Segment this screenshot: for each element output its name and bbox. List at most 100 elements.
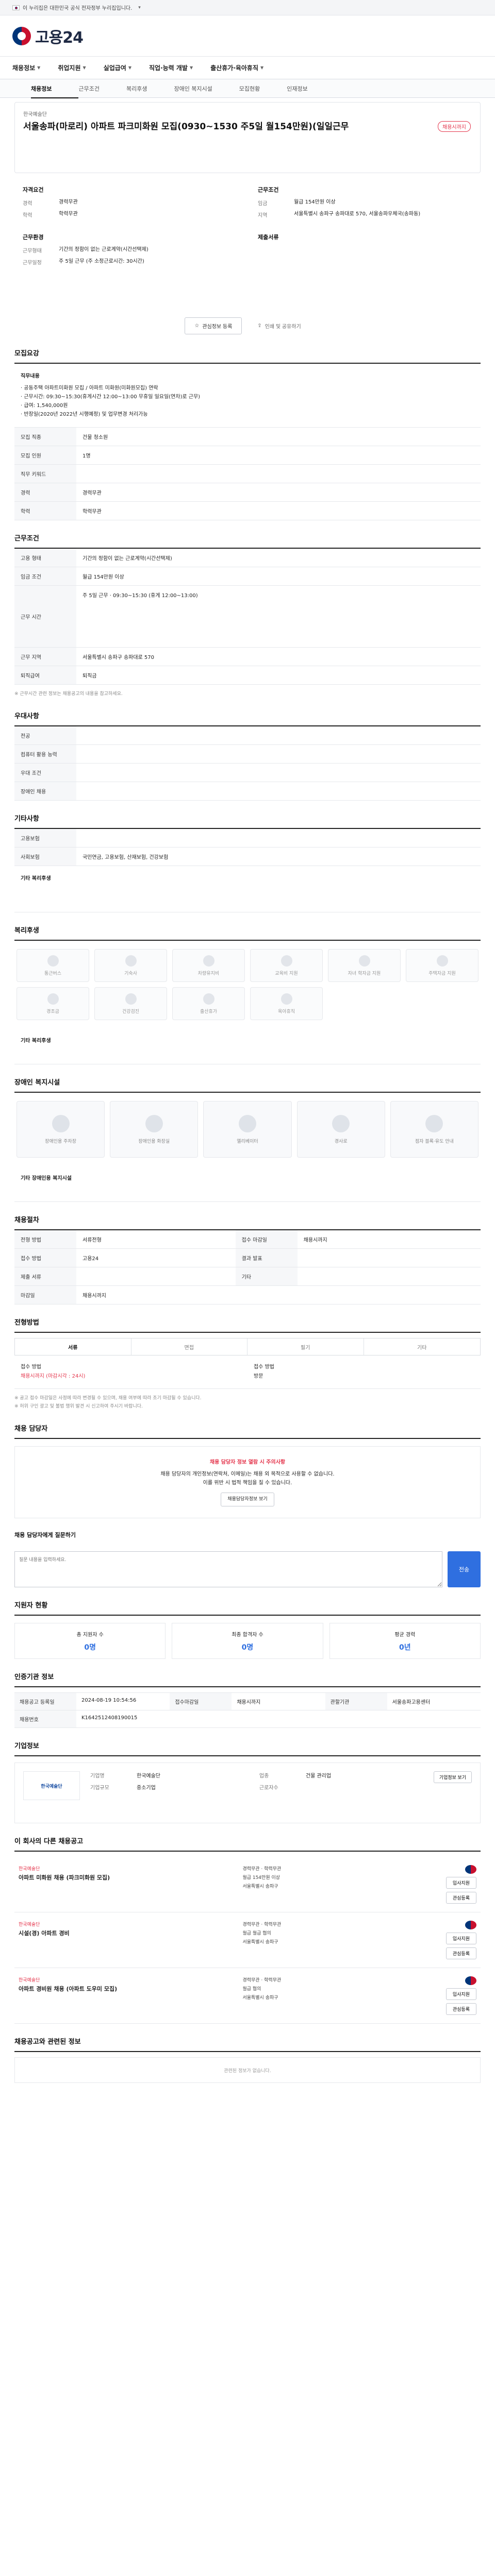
gnb-item-leave[interactable]: 출산휴가·육아휴직 ▼ xyxy=(210,63,263,72)
stat-value: 0명 xyxy=(241,1643,254,1652)
other-title[interactable]: 아파트 경비원 채용 (아파트 도우미 모집) xyxy=(19,1985,194,1993)
row-label: 장애인 채용 xyxy=(14,782,76,801)
process-label: 접수 방법 xyxy=(254,1364,274,1370)
other-title[interactable]: 시설(경) 아파트 경비 xyxy=(19,1929,194,1938)
note-line: ※ 허위 구인 광고 및 불법 행위 발견 시 신고하여 주시기 바랍니다. xyxy=(14,1404,143,1409)
government-emblem-icon xyxy=(12,26,31,45)
other-title[interactable]: 아파트 미화원 채용 (파크미화원 모집) xyxy=(19,1874,194,1882)
button-label: 관심정보 등록 xyxy=(202,324,233,330)
car-icon xyxy=(203,955,214,967)
gnb-item-jobs[interactable]: 채용정보 ▼ xyxy=(12,63,40,72)
welfare-item: 주택자금 지원 xyxy=(406,949,478,982)
gnb-item-training[interactable]: 직업·능력 개발 ▼ xyxy=(149,63,193,72)
welfare-item: 교육비 지원 xyxy=(250,949,323,982)
process-value: 방문 xyxy=(254,1374,263,1379)
show-contact-button[interactable]: 채용담당자정보 보기 xyxy=(221,1493,274,1506)
other-company: 한국예술단 xyxy=(19,1978,40,1983)
label: 임금 xyxy=(258,201,268,207)
value: 서울특별시 송파구 송파대로 570, 서울송파우체국(송파동) xyxy=(294,211,421,217)
list-item[interactable]: 한국예술단아파트 경비원 채용 (아파트 도우미 모집) 경력무관 · 학력무관… xyxy=(14,1968,481,2024)
ci-grid: 채용공고 등록일 2024-08-19 10:54:56 접수마감일 채용시까지… xyxy=(14,1692,481,1728)
contact-line: 채용 담당자의 개인정보(연락처, 이메일)는 채용 외 목적으로 사용할 수 … xyxy=(160,1471,335,1477)
stat-value: 0년 xyxy=(399,1643,411,1652)
send-question-button[interactable]: 전송 xyxy=(448,1551,481,1587)
section-title: 지원자 현황 xyxy=(14,1600,481,1616)
list-item[interactable]: 한국예술단 시설(경) 아파트 경비 경력무관 · 학력무관 월급 월급 협의 서울특… xyxy=(14,1912,481,1968)
tab-document[interactable]: 서류 xyxy=(15,1338,131,1355)
braille-icon xyxy=(425,1114,443,1132)
facility-label: 점자 블록·유도 안내 xyxy=(415,1139,454,1144)
job-content-title: 직무내용 xyxy=(21,374,40,379)
page-bottom-spacer xyxy=(14,2083,481,2114)
gnb-item-support[interactable]: 취업지원 ▼ xyxy=(58,63,86,72)
section-title: 인증기관 정보 xyxy=(14,1671,481,1687)
site-logo[interactable]: 고용24 xyxy=(12,25,84,47)
section-title: 채용공고와 관련된 정보 xyxy=(14,2036,481,2052)
row-value xyxy=(76,726,481,745)
tab-written[interactable]: 필기 xyxy=(248,1338,364,1355)
row-value xyxy=(297,1248,481,1267)
apply-button[interactable]: 입사지원 xyxy=(446,1988,476,2000)
book-icon xyxy=(280,955,292,967)
row-label: 모집 직종 xyxy=(14,428,76,446)
gov-notice-text: 이 누리집은 대한민국 공식 전자정부 누리집입니다. xyxy=(23,6,133,11)
favorite-button[interactable]: ☆ 관심정보 등록 xyxy=(185,317,242,334)
welfare-extra-label: 기타 복리후생 xyxy=(21,1038,51,1044)
row-value: 기간의 정함이 없는 근로계약(시간선택제) xyxy=(76,549,481,567)
row-label: 마감일 xyxy=(14,1285,76,1304)
lnb-tab-talent[interactable]: 인재정보 xyxy=(287,84,334,93)
welfare-section: 복리후생 통근버스 기숙사 차량유지비 교육비 지원 자녀 학자금 지원 주택자… xyxy=(14,925,481,1064)
welfare-label: 주택자금 지원 xyxy=(428,971,456,976)
label: 학력 xyxy=(23,213,32,218)
facility-item: 장애인용 주차장 xyxy=(16,1101,105,1158)
gov-emblem-icon xyxy=(465,1865,476,1874)
tab-interview[interactable]: 면접 xyxy=(131,1338,248,1355)
meta-line: 경력무관 · 학력무관 xyxy=(242,1978,282,1983)
label: 경력 xyxy=(23,201,32,207)
skills-section: 우대사항 전공 컴퓨터 활용 능력 우대 조건 장애인 채용 xyxy=(14,710,481,801)
save-button[interactable]: 관심등록 xyxy=(446,1892,476,1904)
welfare-label: 건강검진 xyxy=(122,1009,140,1014)
apply-button[interactable]: 입사지원 xyxy=(446,1877,476,1889)
chevron-down-icon[interactable]: ▾ xyxy=(138,5,141,10)
process-label: 접수 방법 xyxy=(21,1364,41,1370)
other-job-left: 한국예술단 아파트 미화원 채용 (파크미화원 모집) xyxy=(19,1865,194,1904)
row-value xyxy=(297,1267,481,1286)
lnb-tab-jobinfo[interactable]: 채용정보 xyxy=(31,84,79,98)
table-row: 사회보험 국민연금, 고용보험, 산재보험, 건강보험 xyxy=(14,847,481,866)
lnb-tab-status[interactable]: 모집현황 xyxy=(239,84,287,93)
row-value xyxy=(76,829,481,848)
value: 월급 154만원 이상 xyxy=(294,199,336,205)
lnb-tab-welfare[interactable]: 복리후생 xyxy=(126,84,174,93)
contact-line: 이를 위반 시 법적 책임을 질 수 있습니다. xyxy=(203,1480,292,1486)
summary-heading: 근무조건 xyxy=(258,187,279,193)
site-header: 고용24 xyxy=(0,15,495,57)
gov-notice-bar: 이 누리집은 대한민국 공식 전자정부 누리집입니다. ▾ xyxy=(0,0,495,15)
job-summary: 자격요건 경력 경력무관 학력 학력무관 근무환경 근무형태 기간의 정함이 없는 근… xyxy=(14,178,481,329)
apply-button[interactable]: 입사지원 xyxy=(446,1933,476,1944)
question-textarea[interactable] xyxy=(14,1551,442,1587)
table-row: 경력 경력무관 xyxy=(14,483,481,502)
row-label: 제출 서류 xyxy=(14,1267,76,1286)
lnb-tab-facility[interactable]: 장애인 복지시설 xyxy=(174,84,239,93)
save-button[interactable]: 관심등록 xyxy=(446,1947,476,1959)
row-label: 기타 xyxy=(235,1267,298,1286)
lnb-tab-conditions[interactable]: 근무조건 xyxy=(78,84,126,93)
job-header-card: 한국예술단 서울송파(마로리) 아파트 파크미화원 모집(0930~1530 주… xyxy=(14,102,481,173)
contact-section: 채용 담당자 채용 담당자 정보 열람 시 주의사항 채용 담당자의 개인정보(… xyxy=(14,1423,481,1518)
process-note: ※ 공고 접수 마감일은 사정에 따라 변경될 수 있으며, 채용 여부에 따라… xyxy=(14,1394,481,1411)
row-value: 학력무관 xyxy=(76,501,481,520)
list-item[interactable]: 한국예술단 아파트 미화원 채용 (파크미화원 모집) 경력무관 · 학력무관 월급… xyxy=(14,1857,481,1912)
recruit-status-section: 채용절차 전형 방법 서류전형 접수 마감일 채용시까지 접수 방법 고용24 결과 발표… xyxy=(14,1214,481,1304)
share-button[interactable]: ⇪ 인쇄 및 공유하기 xyxy=(248,317,310,334)
other-job-meta: 경력무관 · 학력무관 월급 협의 서울특별시 송파구 xyxy=(242,1976,397,2015)
company-info-button[interactable]: 기업정보 보기 xyxy=(433,1771,472,1783)
caret-icon: ▼ xyxy=(82,65,86,70)
ask-section: 채용 담당자에게 질문하기 전송 xyxy=(14,1531,481,1587)
welfare-item: 자녀 학자금 지원 xyxy=(328,949,401,982)
facility-label: 엘리베이터 xyxy=(237,1139,258,1144)
gnb-item-benefit[interactable]: 실업급여 ▼ xyxy=(104,63,131,72)
save-button[interactable]: 관심등록 xyxy=(446,2003,476,2015)
welfare-extra: 기타 복리후생 xyxy=(14,1028,481,1064)
tab-etc[interactable]: 기타 xyxy=(364,1338,481,1355)
